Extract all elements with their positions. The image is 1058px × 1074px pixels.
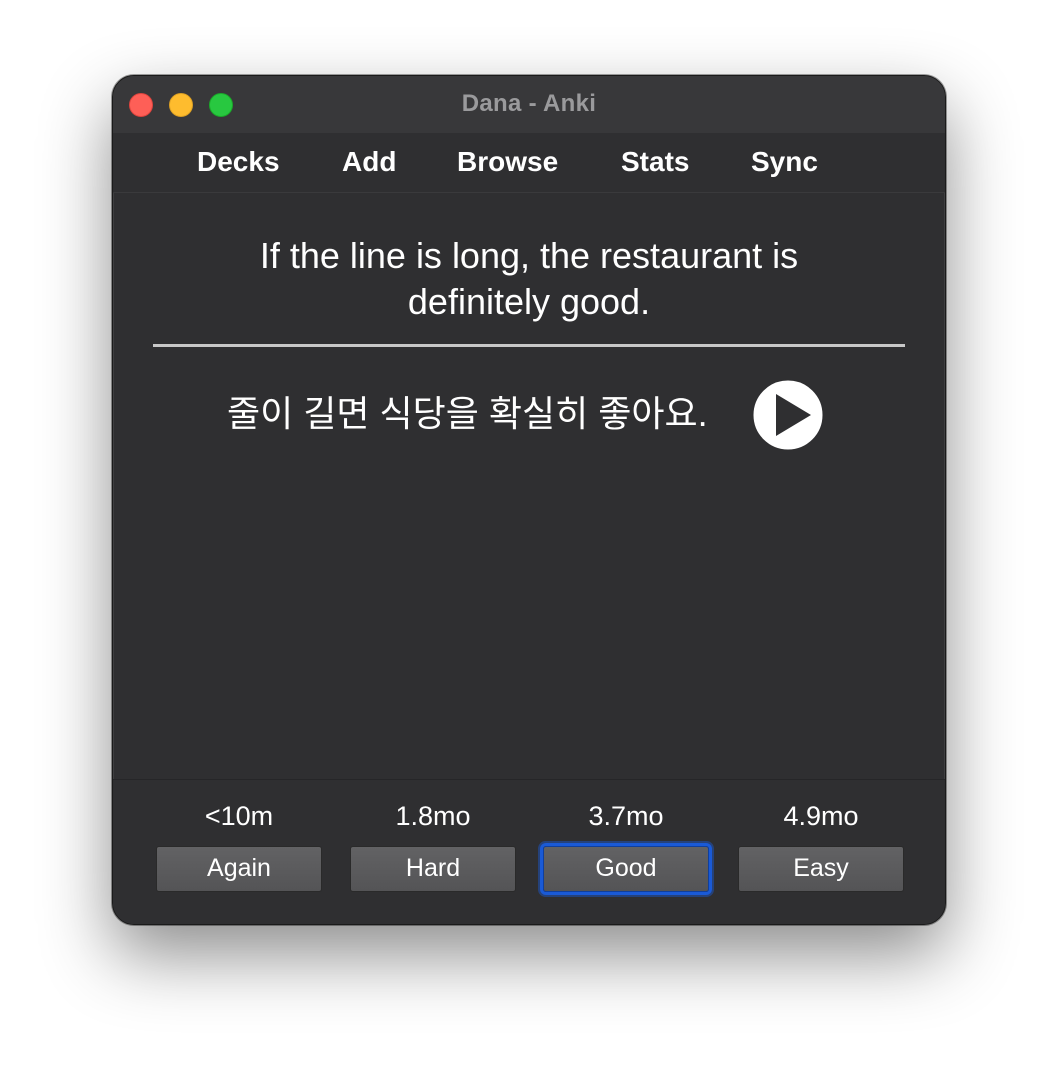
anki-main-window: Dana - Anki Decks Add Browse Stats Sync … [112,75,946,925]
hard-button[interactable]: Hard [350,846,516,892]
good-button[interactable]: Good [543,846,709,892]
title-bar[interactable]: Dana - Anki [113,76,945,134]
toolbar-stats-link[interactable]: Stats [621,146,689,178]
card-front: If the line is long, the restaurant is d… [153,233,905,325]
card-back-row: 줄이 길면 식당을 확실히 좋아요. [113,378,945,454]
ease-again-column: <10m Again [156,796,322,892]
ease-good-column: 3.7mo Good [543,796,709,892]
easy-interval: 4.9mo [783,801,859,831]
toolbar-sync-link[interactable]: Sync [751,146,818,178]
good-interval: 3.7mo [588,801,664,831]
toolbar-decks-link[interactable]: Decks [197,146,280,178]
ease-easy-column: 4.9mo Easy [738,796,904,892]
again-button[interactable]: Again [156,846,322,892]
card-back: 줄이 길면 식당을 확실히 좋아요. [227,393,708,434]
answer-bar: <10m Again 1.8mo Hard 3.7mo Good 4.9mo E… [113,779,945,924]
easy-button[interactable]: Easy [738,846,904,892]
card-front-line-2: definitely good. [407,281,651,322]
window-title: Dana - Anki [461,90,597,117]
main-toolbar: Decks Add Browse Stats Sync [113,133,945,193]
toolbar-add-link[interactable]: Add [342,146,396,178]
card-front-line-1: If the line is long, the restaurant is [259,235,799,276]
again-interval: <10m [204,801,274,831]
answer-divider [153,344,905,347]
play-audio-icon[interactable] [751,378,825,452]
ease-hard-column: 1.8mo Hard [350,796,516,892]
hard-interval: 1.8mo [395,801,471,831]
toolbar-browse-link[interactable]: Browse [457,146,558,178]
card-content: If the line is long, the restaurant is d… [113,193,945,779]
